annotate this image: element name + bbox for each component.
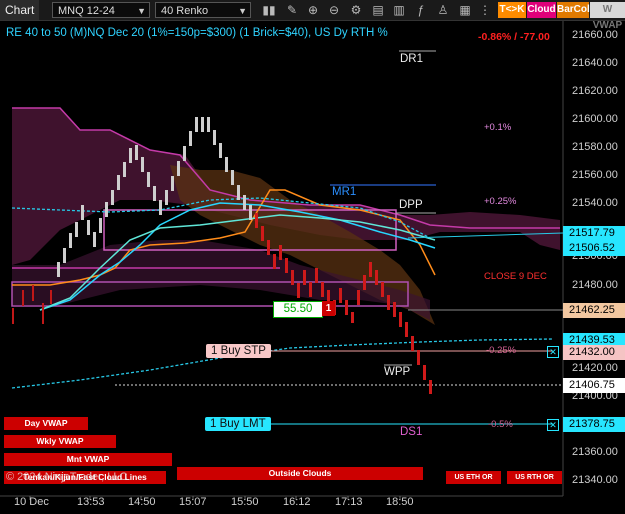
time-label: 18:50 [386,496,414,508]
cancel-order-icon[interactable]: ✕ [547,419,559,431]
time-label: 14:50 [128,496,156,508]
monthly-vwap-button[interactable]: Mnt VWAP [4,453,172,466]
price-tick: 21620.00 [572,85,618,97]
time-label: 17:13 [335,496,363,508]
renko-count-box: 1 [322,301,335,316]
price-flag-cyan: 21506.52 [563,241,625,256]
price-flag-buy-stp: 21432.00 [563,345,625,360]
price-tick: 21480.00 [572,279,618,291]
wpp-label: WPP [384,366,411,378]
price-tick: 21580.00 [572,141,618,153]
price-tick: 21340.00 [572,474,618,486]
change-percent: -0.86% / -77.00 [478,31,550,43]
price-tick: 21560.00 [572,169,618,181]
time-label: 13:53 [77,496,105,508]
price-flag-close: 21462.25 [563,303,625,318]
time-label: 15:07 [179,496,207,508]
cancel-order-icon[interactable]: ✕ [547,346,559,358]
dpp-label: DPP [399,199,423,211]
buy-limit-order[interactable]: 1 Buy LMT [205,417,271,431]
price-flag-cyan: 21517.79 [563,226,625,241]
pct-level-label: -0.25% [486,345,517,356]
mr1-label: MR1 [332,186,357,198]
ds1-label: DS1 [400,426,423,438]
copyright: © 2024 NinjaTrader, LLC [6,471,128,483]
buy-stop-order[interactable]: 1 Buy STP [206,344,271,358]
pct-level-label: +0.1% [484,122,512,133]
outside-clouds-button[interactable]: Outside Clouds [177,467,423,480]
time-label: 15:50 [231,496,259,508]
price-tick: 21640.00 [572,57,618,69]
dr1-label: DR1 [400,53,424,65]
time-label: 10 Dec [14,496,49,508]
chart-title: RE 40 to 50 (M)NQ Dec 20 (1%=150p=$300) … [6,27,388,39]
price-tick: 21540.00 [572,197,618,209]
us-rth-or-button[interactable]: US RTH OR [507,471,562,484]
price-tick: 21360.00 [572,446,618,458]
time-label: 16:12 [283,496,311,508]
price-flag-last: 21406.75 [563,378,625,393]
price-tick: 21600.00 [572,113,618,125]
day-vwap-button[interactable]: Day VWAP [4,417,88,430]
price-tick: 21660.00 [572,29,618,41]
close-label: CLOSE 9 DEC [484,271,547,282]
price-flag-buy-lmt: 21378.75 [563,417,625,432]
pct-level-label: -0.5% [488,419,513,430]
price-tick: 21420.00 [572,362,618,374]
weekly-vwap-button[interactable]: Wkly VWAP [4,435,116,448]
cyan-dashed-weekly [11,338,554,389]
pct-level-label: +0.25% [484,196,517,207]
us-eth-or-button[interactable]: US ETH OR [446,471,501,484]
renko-value-box: 55.50 [273,301,323,318]
